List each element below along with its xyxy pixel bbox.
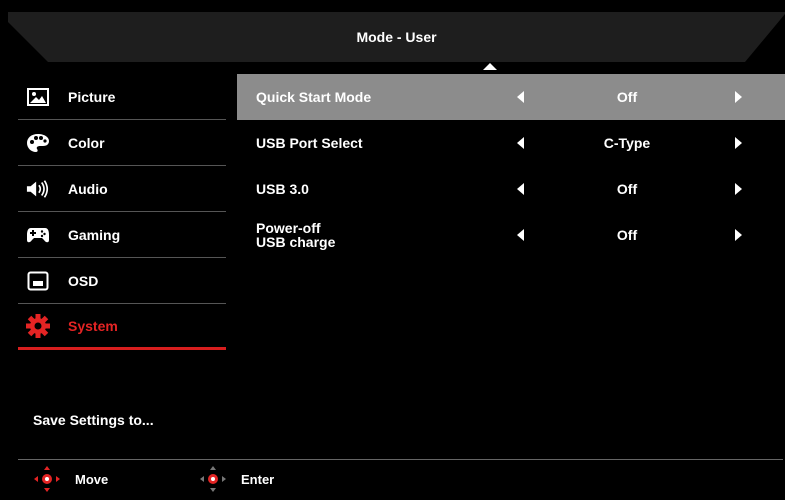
save-settings-button[interactable]: Save Settings to... — [33, 412, 154, 428]
sidebar-item-label: Color — [68, 134, 105, 151]
setting-row-power-off-usb-charge[interactable]: Power-off USB charge Off — [237, 212, 785, 258]
footer-move: Move — [33, 466, 108, 492]
header-bar: Mode - User — [8, 12, 785, 62]
sidebar-item-label: Picture — [68, 88, 116, 105]
setting-name: USB Port Select — [256, 135, 363, 151]
arrow-right-icon[interactable] — [735, 91, 742, 103]
settings-panel: Quick Start Mode Off USB Port Select C-T… — [237, 74, 785, 258]
sidebar-item-color[interactable]: Color — [18, 120, 226, 166]
sidebar-item-system[interactable]: System — [18, 304, 226, 350]
setting-value: Off — [616, 181, 638, 197]
arrow-right-icon[interactable] — [735, 137, 742, 149]
setting-value: Off — [616, 89, 638, 105]
sidebar-item-label: Gaming — [68, 226, 121, 243]
joystick-enter-icon — [200, 466, 226, 492]
gamepad-icon — [26, 223, 50, 247]
setting-name: Quick Start Mode — [256, 89, 372, 105]
osd-menu: Mode - User Picture Color Audio Gaming O… — [0, 0, 785, 500]
arrow-left-icon[interactable] — [517, 137, 524, 149]
arrow-left-icon[interactable] — [517, 183, 524, 195]
sidebar-item-gaming[interactable]: Gaming — [18, 212, 226, 258]
sidebar-item-osd[interactable]: OSD — [18, 258, 226, 304]
footer-divider — [18, 459, 783, 460]
speaker-icon — [26, 177, 50, 201]
page-title: Mode - User — [356, 29, 437, 45]
picture-icon — [26, 85, 50, 109]
gear-icon — [26, 313, 50, 338]
footer-enter: Enter — [199, 466, 274, 492]
sidebar-item-audio[interactable]: Audio — [18, 166, 226, 212]
sidebar: Picture Color Audio Gaming OSD System — [18, 74, 226, 350]
sidebar-item-label: Audio — [68, 180, 108, 197]
arrow-right-icon[interactable] — [735, 183, 742, 195]
setting-row-usb-3-0[interactable]: USB 3.0 Off — [237, 166, 785, 212]
arrow-left-icon[interactable] — [517, 229, 524, 241]
footer-move-label: Move — [75, 471, 109, 487]
setting-name: USB 3.0 — [256, 181, 309, 197]
setting-value: Off — [616, 227, 638, 243]
setting-name-line-2: USB charge — [256, 234, 336, 250]
osd-icon — [26, 269, 50, 293]
arrow-right-icon[interactable] — [735, 229, 742, 241]
sidebar-item-label: OSD — [68, 272, 99, 289]
arrow-left-icon[interactable] — [517, 91, 524, 103]
scroll-up-arrow-icon[interactable] — [483, 63, 497, 70]
sidebar-item-picture[interactable]: Picture — [18, 74, 226, 120]
footer-enter-label: Enter — [241, 471, 275, 487]
sidebar-item-label: System — [68, 317, 118, 334]
setting-name: Power-off USB charge — [256, 221, 335, 249]
setting-row-usb-port-select[interactable]: USB Port Select C-Type — [237, 120, 785, 166]
joystick-move-icon — [34, 466, 60, 492]
setting-row-quick-start-mode[interactable]: Quick Start Mode Off — [237, 74, 785, 120]
palette-icon — [26, 131, 50, 155]
setting-value: C-Type — [603, 135, 651, 151]
